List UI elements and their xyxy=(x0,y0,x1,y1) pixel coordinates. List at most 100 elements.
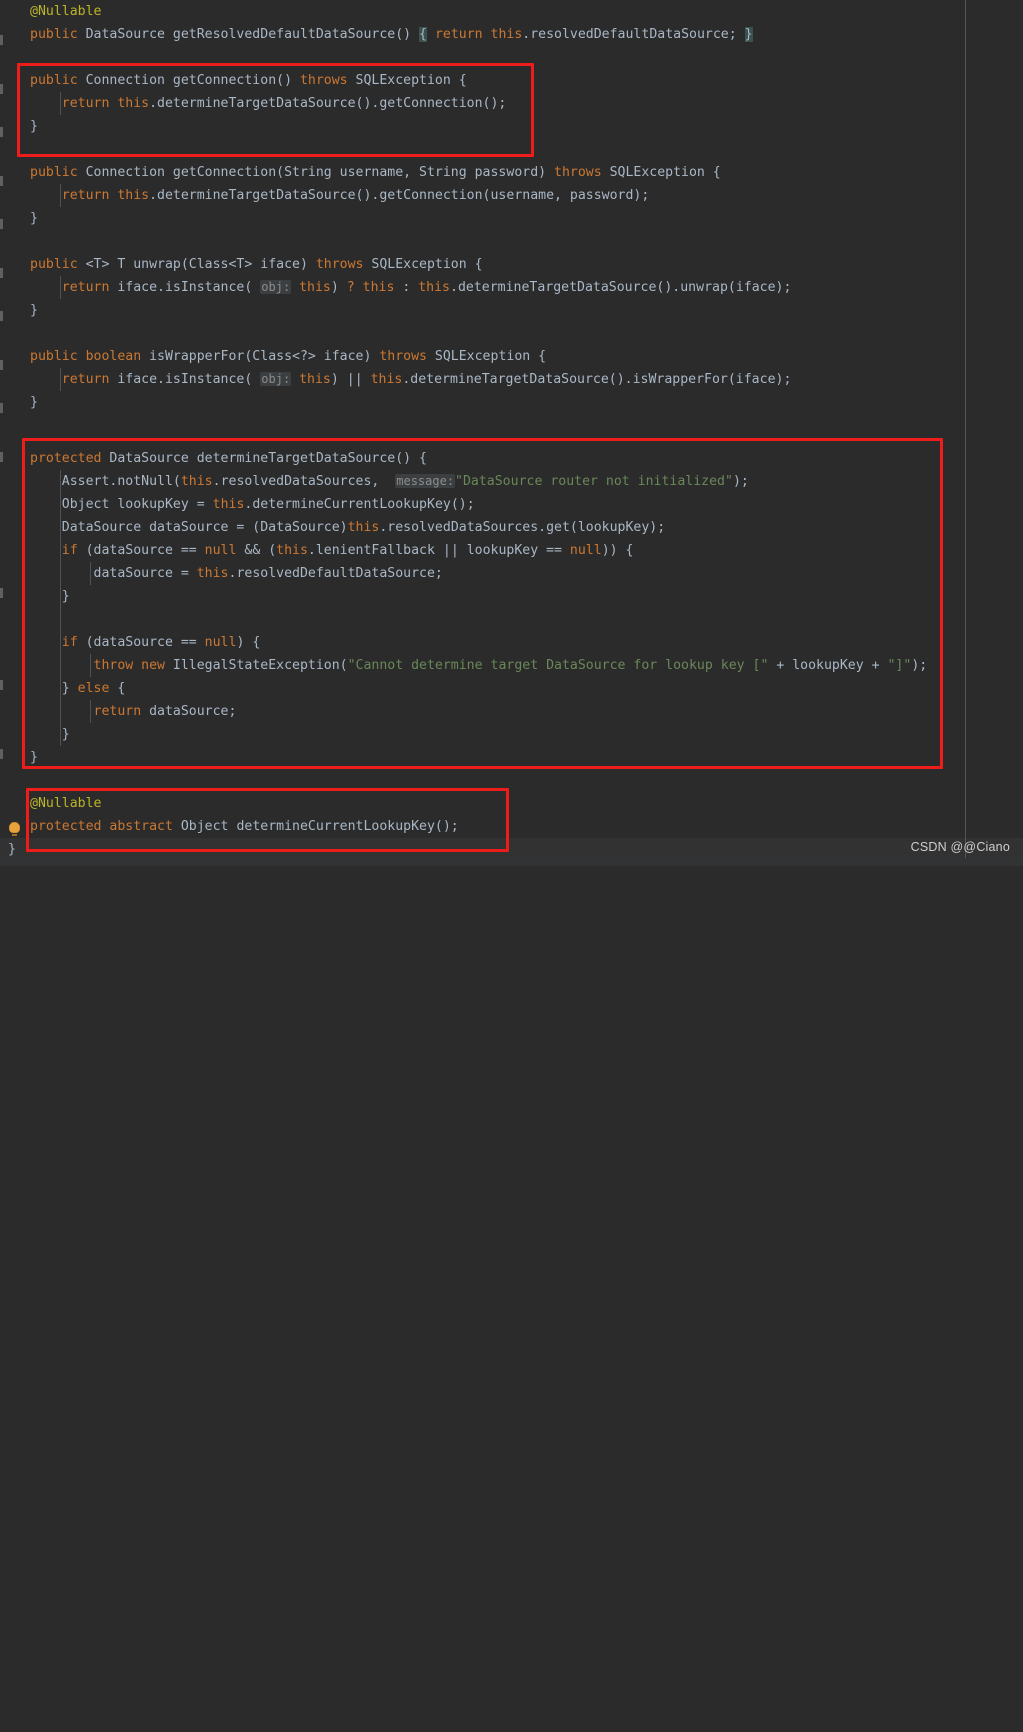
code-text: } xyxy=(30,395,38,410)
code-line[interactable]: DataSource dataSource = (DataSource)this… xyxy=(0,516,1023,539)
inlay-hint-obj: obj: xyxy=(260,280,292,294)
keyword-public: public xyxy=(30,73,78,88)
code-line[interactable]: public DataSource getResolvedDefaultData… xyxy=(0,23,1023,46)
code-text: && ( xyxy=(236,543,277,558)
code-line[interactable]: if (dataSource == null) { xyxy=(0,631,1023,654)
brace-highlight-close: } xyxy=(744,27,753,42)
indent-guide xyxy=(60,723,61,746)
code-line[interactable]: public <T> T unwrap(Class<T> iface) thro… xyxy=(0,253,1023,276)
keyword-null: null xyxy=(204,635,237,650)
code-text: } xyxy=(8,842,16,857)
keyword-if: if xyxy=(30,543,86,558)
code-text: } xyxy=(30,303,38,318)
code-line[interactable]: return this.determineTargetDataSource().… xyxy=(0,184,1023,207)
keyword-this: this xyxy=(370,372,403,387)
string-literal: "DataSource router not initialized" xyxy=(455,474,733,489)
keyword-throws: throws xyxy=(554,165,602,180)
indent-guide xyxy=(60,184,61,207)
code-line[interactable]: dataSource = this.resolvedDefaultDataSou… xyxy=(0,562,1023,585)
code-line[interactable]: } xyxy=(0,746,1023,769)
keyword-protected-abstract: protected abstract xyxy=(30,819,173,834)
code-text: (dataSource == xyxy=(85,635,205,650)
annotation-nullable: @Nullable xyxy=(30,4,102,19)
code-line[interactable]: throw new IllegalStateException("Cannot … xyxy=(0,654,1023,677)
code-editor[interactable]: @Nullable public DataSource getResolvedD… xyxy=(0,0,1023,866)
inlay-hint-message: message: xyxy=(395,474,456,488)
code-text: return this xyxy=(427,27,523,42)
keyword-this: this xyxy=(347,520,380,535)
code-line[interactable] xyxy=(0,608,1023,631)
keyword-throw: throw new xyxy=(30,658,173,673)
code-line[interactable] xyxy=(0,414,1023,437)
annotation-nullable: @Nullable xyxy=(30,796,102,811)
code-text: .determineTargetDataSource().getConnecti… xyxy=(149,96,507,111)
keyword-this: this xyxy=(291,372,331,387)
code-line[interactable]: return dataSource; xyxy=(0,700,1023,723)
indent-guide xyxy=(60,276,61,299)
code-line[interactable]: public Connection getConnection(String u… xyxy=(0,161,1023,184)
code-text: : xyxy=(402,280,419,295)
code-line[interactable]: } xyxy=(0,723,1023,746)
indent-guide xyxy=(60,92,61,115)
code-line[interactable]: return this.determineTargetDataSource().… xyxy=(0,92,1023,115)
code-line[interactable] xyxy=(0,769,1023,792)
code-line[interactable] xyxy=(0,230,1023,253)
code-line[interactable]: public boolean isWrapperFor(Class<?> ifa… xyxy=(0,345,1023,368)
keyword-throws: throws xyxy=(379,349,427,364)
keyword-null: null xyxy=(569,543,602,558)
code-text: Connection getConnection() xyxy=(77,73,300,88)
code-text: } xyxy=(30,589,70,604)
code-line[interactable]: @Nullable xyxy=(0,792,1023,815)
code-line[interactable]: } xyxy=(0,391,1023,414)
code-line[interactable]: Assert.notNull(this.resolvedDataSources,… xyxy=(0,470,1023,493)
code-line[interactable]: if (dataSource == null && (this.lenientF… xyxy=(0,539,1023,562)
code-text: iface.isInstance( xyxy=(117,280,261,295)
code-text: dataSource; xyxy=(149,704,237,719)
code-text: { xyxy=(109,681,126,696)
code-text: } xyxy=(30,750,38,765)
keyword-this: this xyxy=(196,566,229,581)
code-text: )) { xyxy=(601,543,634,558)
inlay-hint-obj: obj: xyxy=(260,372,292,386)
code-text: } xyxy=(30,727,70,742)
code-text: .resolvedDefaultDataSource; xyxy=(228,566,443,581)
keyword-public: public xyxy=(30,257,78,272)
indent-guide xyxy=(60,562,61,585)
code-line[interactable]: } xyxy=(0,207,1023,230)
keyword-this: this xyxy=(180,474,213,489)
code-line[interactable]: @Nullable xyxy=(0,0,1023,23)
code-text: DataSource dataSource = (DataSource) xyxy=(30,520,348,535)
code-line[interactable]: } xyxy=(0,299,1023,322)
indent-guide xyxy=(60,470,61,493)
indent-guide xyxy=(90,654,91,677)
code-line[interactable] xyxy=(0,322,1023,345)
code-text: Connection getConnection(String username… xyxy=(77,165,555,180)
code-line[interactable]: protected abstract Object determineCurre… xyxy=(0,815,1023,838)
code-line[interactable]: } else { xyxy=(0,677,1023,700)
keyword-return: return this xyxy=(30,188,150,203)
watermark-text: CSDN @@Ciano xyxy=(910,840,1010,854)
code-text: ) xyxy=(330,280,347,295)
code-text: ) { xyxy=(236,635,261,650)
keyword-this: this xyxy=(291,280,331,295)
code-text: DataSource getResolvedDefaultDataSource(… xyxy=(77,27,420,42)
keyword-this: this xyxy=(276,543,308,558)
indent-guide xyxy=(60,368,61,391)
code-text: <T> T unwrap(Class<T> iface) xyxy=(77,257,316,272)
right-margin-guide xyxy=(965,0,966,858)
code-line[interactable]: } xyxy=(0,585,1023,608)
code-line[interactable]: public Connection getConnection() throws… xyxy=(0,69,1023,92)
code-line[interactable] xyxy=(0,46,1023,69)
code-line[interactable] xyxy=(0,138,1023,161)
code-content[interactable]: @Nullable public DataSource getResolvedD… xyxy=(0,0,1023,861)
keyword-public: public xyxy=(30,27,78,42)
keyword-this: this xyxy=(418,280,450,295)
code-line[interactable]: return iface.isInstance( obj: this) ? th… xyxy=(0,276,1023,299)
code-line[interactable]: Object lookupKey = this.determineCurrent… xyxy=(0,493,1023,516)
code-line[interactable]: protected DataSource determineTargetData… xyxy=(0,447,1023,470)
string-literal: "Cannot determine target DataSource for … xyxy=(347,658,769,673)
code-line[interactable]: } xyxy=(0,115,1023,138)
code-text: isWrapperFor(Class<?> iface) xyxy=(141,349,380,364)
code-text: .lenientFallback || lookupKey == xyxy=(307,543,570,558)
code-line[interactable]: return iface.isInstance( obj: this) || t… xyxy=(0,368,1023,391)
